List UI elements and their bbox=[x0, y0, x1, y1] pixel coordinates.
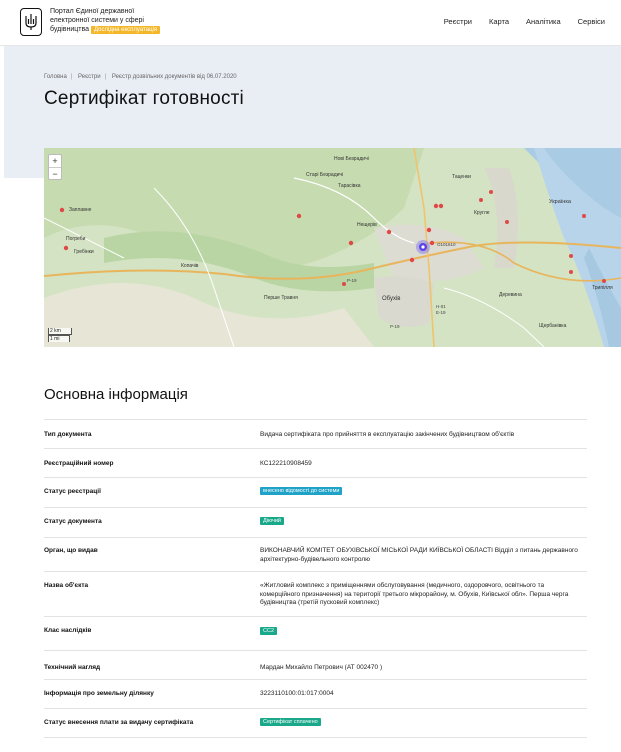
top-header: Портал Єдиної державної електронної сист… bbox=[0, 0, 621, 46]
map-label: Погреби bbox=[66, 236, 86, 242]
zoom-in-button[interactable]: + bbox=[49, 155, 61, 167]
map-label: Кругле bbox=[474, 210, 490, 216]
section-title: Основна інформація bbox=[44, 386, 188, 403]
breadcrumb-registries[interactable]: Реєстри bbox=[78, 74, 101, 80]
portal-name-line2: електронної системи у сфері bbox=[50, 17, 144, 24]
map-label: Копачів bbox=[181, 263, 199, 269]
map-label: Заплавне bbox=[69, 207, 92, 213]
row-label: Статус реєстрації bbox=[44, 488, 101, 495]
map-label: Перше Травня bbox=[264, 295, 298, 301]
row-value: Мардан Михайло Петрович (АТ 002470 ) bbox=[260, 664, 383, 671]
status-badge: СС2 bbox=[260, 627, 278, 635]
road-label: P-19 bbox=[390, 324, 400, 329]
row-value: «Житловий комплекс з приміщеннями обслуг… bbox=[260, 582, 569, 606]
main-nav: Реєстри Карта Аналітика Сервіси bbox=[427, 17, 605, 26]
breadcrumb-current: Реєстр дозвільних документів від 06.07.2… bbox=[111, 74, 237, 80]
nav-item-registries[interactable]: Реєстри bbox=[444, 17, 472, 26]
page: Портал Єдиної державної електронної сист… bbox=[0, 0, 621, 752]
info-table: Тип документа Видача сертифіката про при… bbox=[44, 419, 587, 738]
map-label: Трипілля bbox=[592, 285, 613, 291]
zoom-control: + − bbox=[48, 154, 62, 180]
map-label: Старі Безрадичі bbox=[306, 172, 343, 178]
row-label: Статус документа bbox=[44, 518, 102, 525]
map-label: Українка bbox=[549, 199, 572, 205]
portal-name[interactable]: Портал Єдиної державної електронної сист… bbox=[50, 7, 190, 34]
nav-item-analytics[interactable]: Аналітика bbox=[526, 17, 561, 26]
breadcrumb: Головна | Реєстри | Реєстр дозвільних доку… bbox=[44, 74, 237, 80]
nav-item-services[interactable]: Сервіси bbox=[578, 17, 605, 26]
table-row: Інформація про земельну ділянку 32231101… bbox=[44, 679, 587, 708]
nav-item-map[interactable]: Карта bbox=[489, 17, 509, 26]
map-label: Нещерів bbox=[357, 222, 377, 228]
portal-name-line1: Портал Єдиної державної bbox=[50, 8, 135, 15]
zoom-out-button[interactable]: − bbox=[49, 167, 61, 179]
scale-mi: 1 mi bbox=[48, 335, 71, 342]
status-badge: Сертифікат сплачено bbox=[260, 718, 321, 726]
scale-km: 2 km bbox=[48, 328, 72, 335]
map-label: Гребінки bbox=[74, 249, 94, 255]
map-label: Тарасівка bbox=[338, 183, 361, 189]
road-label: E-19 bbox=[436, 310, 446, 315]
table-row: Орган, що видав ВИКОНАВЧИЙ КОМІТЕТ ОБУХІ… bbox=[44, 537, 587, 571]
trident-logo-icon[interactable] bbox=[20, 8, 42, 36]
location-map[interactable]: Нові Безрадичі Старі Безрадичі Таценки Т… bbox=[44, 148, 621, 347]
road-label: P-19 bbox=[347, 278, 357, 283]
road-label: O101610 bbox=[437, 242, 456, 247]
row-value: КС122210908459 bbox=[260, 460, 312, 467]
breadcrumb-home[interactable]: Головна bbox=[44, 74, 67, 80]
row-value: ВИКОНАВЧИЙ КОМІТЕТ ОБУХІВСЬКОЇ МІСЬКОЇ Р… bbox=[260, 547, 578, 563]
row-value: Видача сертифіката про прийняття в експл… bbox=[260, 431, 515, 438]
row-label: Технічний нагляд bbox=[44, 664, 101, 671]
row-label: Реєстраційний номер bbox=[44, 460, 114, 467]
row-label: Орган, що видав bbox=[44, 547, 98, 554]
table-row: Статус внесення плати за видачу сертифік… bbox=[44, 708, 587, 738]
table-row: Реєстраційний номер КС122210908459 bbox=[44, 448, 587, 477]
road-label: H-01 bbox=[436, 304, 446, 309]
map-label: Щербанівка bbox=[539, 323, 567, 329]
row-label: Клас наслідків bbox=[44, 627, 92, 634]
portal-name-line3: будівництва bbox=[50, 26, 90, 33]
row-label: Статус внесення плати за видачу сертифік… bbox=[44, 719, 194, 726]
table-row: Назва об'єкта «Житловий комплекс з примі… bbox=[44, 571, 587, 616]
map-label: Нові Безрадичі bbox=[334, 156, 369, 162]
map-label: Обухів bbox=[382, 296, 401, 302]
table-row: Статус документа Діючий bbox=[44, 507, 587, 537]
table-row: Статус реєстрації внесено відомості до с… bbox=[44, 477, 587, 507]
status-badge: Діючий bbox=[260, 517, 284, 525]
map-label: Деревина bbox=[499, 292, 522, 298]
table-row: Тип документа Видача сертифіката про при… bbox=[44, 419, 587, 448]
row-label: Інформація про земельну ділянку bbox=[44, 690, 154, 697]
row-label: Назва об'єкта bbox=[44, 582, 89, 589]
table-row: Технічний нагляд Мардан Михайло Петрович… bbox=[44, 650, 587, 679]
beta-badge: Дослідна експлуатація bbox=[91, 26, 161, 34]
row-value: 3223110100:01:017:0004 bbox=[260, 690, 334, 697]
map-label: Таценки bbox=[452, 174, 471, 180]
row-label: Тип документа bbox=[44, 431, 92, 438]
page-title: Сертифікат готовності bbox=[44, 88, 244, 109]
status-badge: внесено відомості до системи bbox=[260, 487, 343, 495]
table-row: Клас наслідків СС2 bbox=[44, 616, 587, 650]
